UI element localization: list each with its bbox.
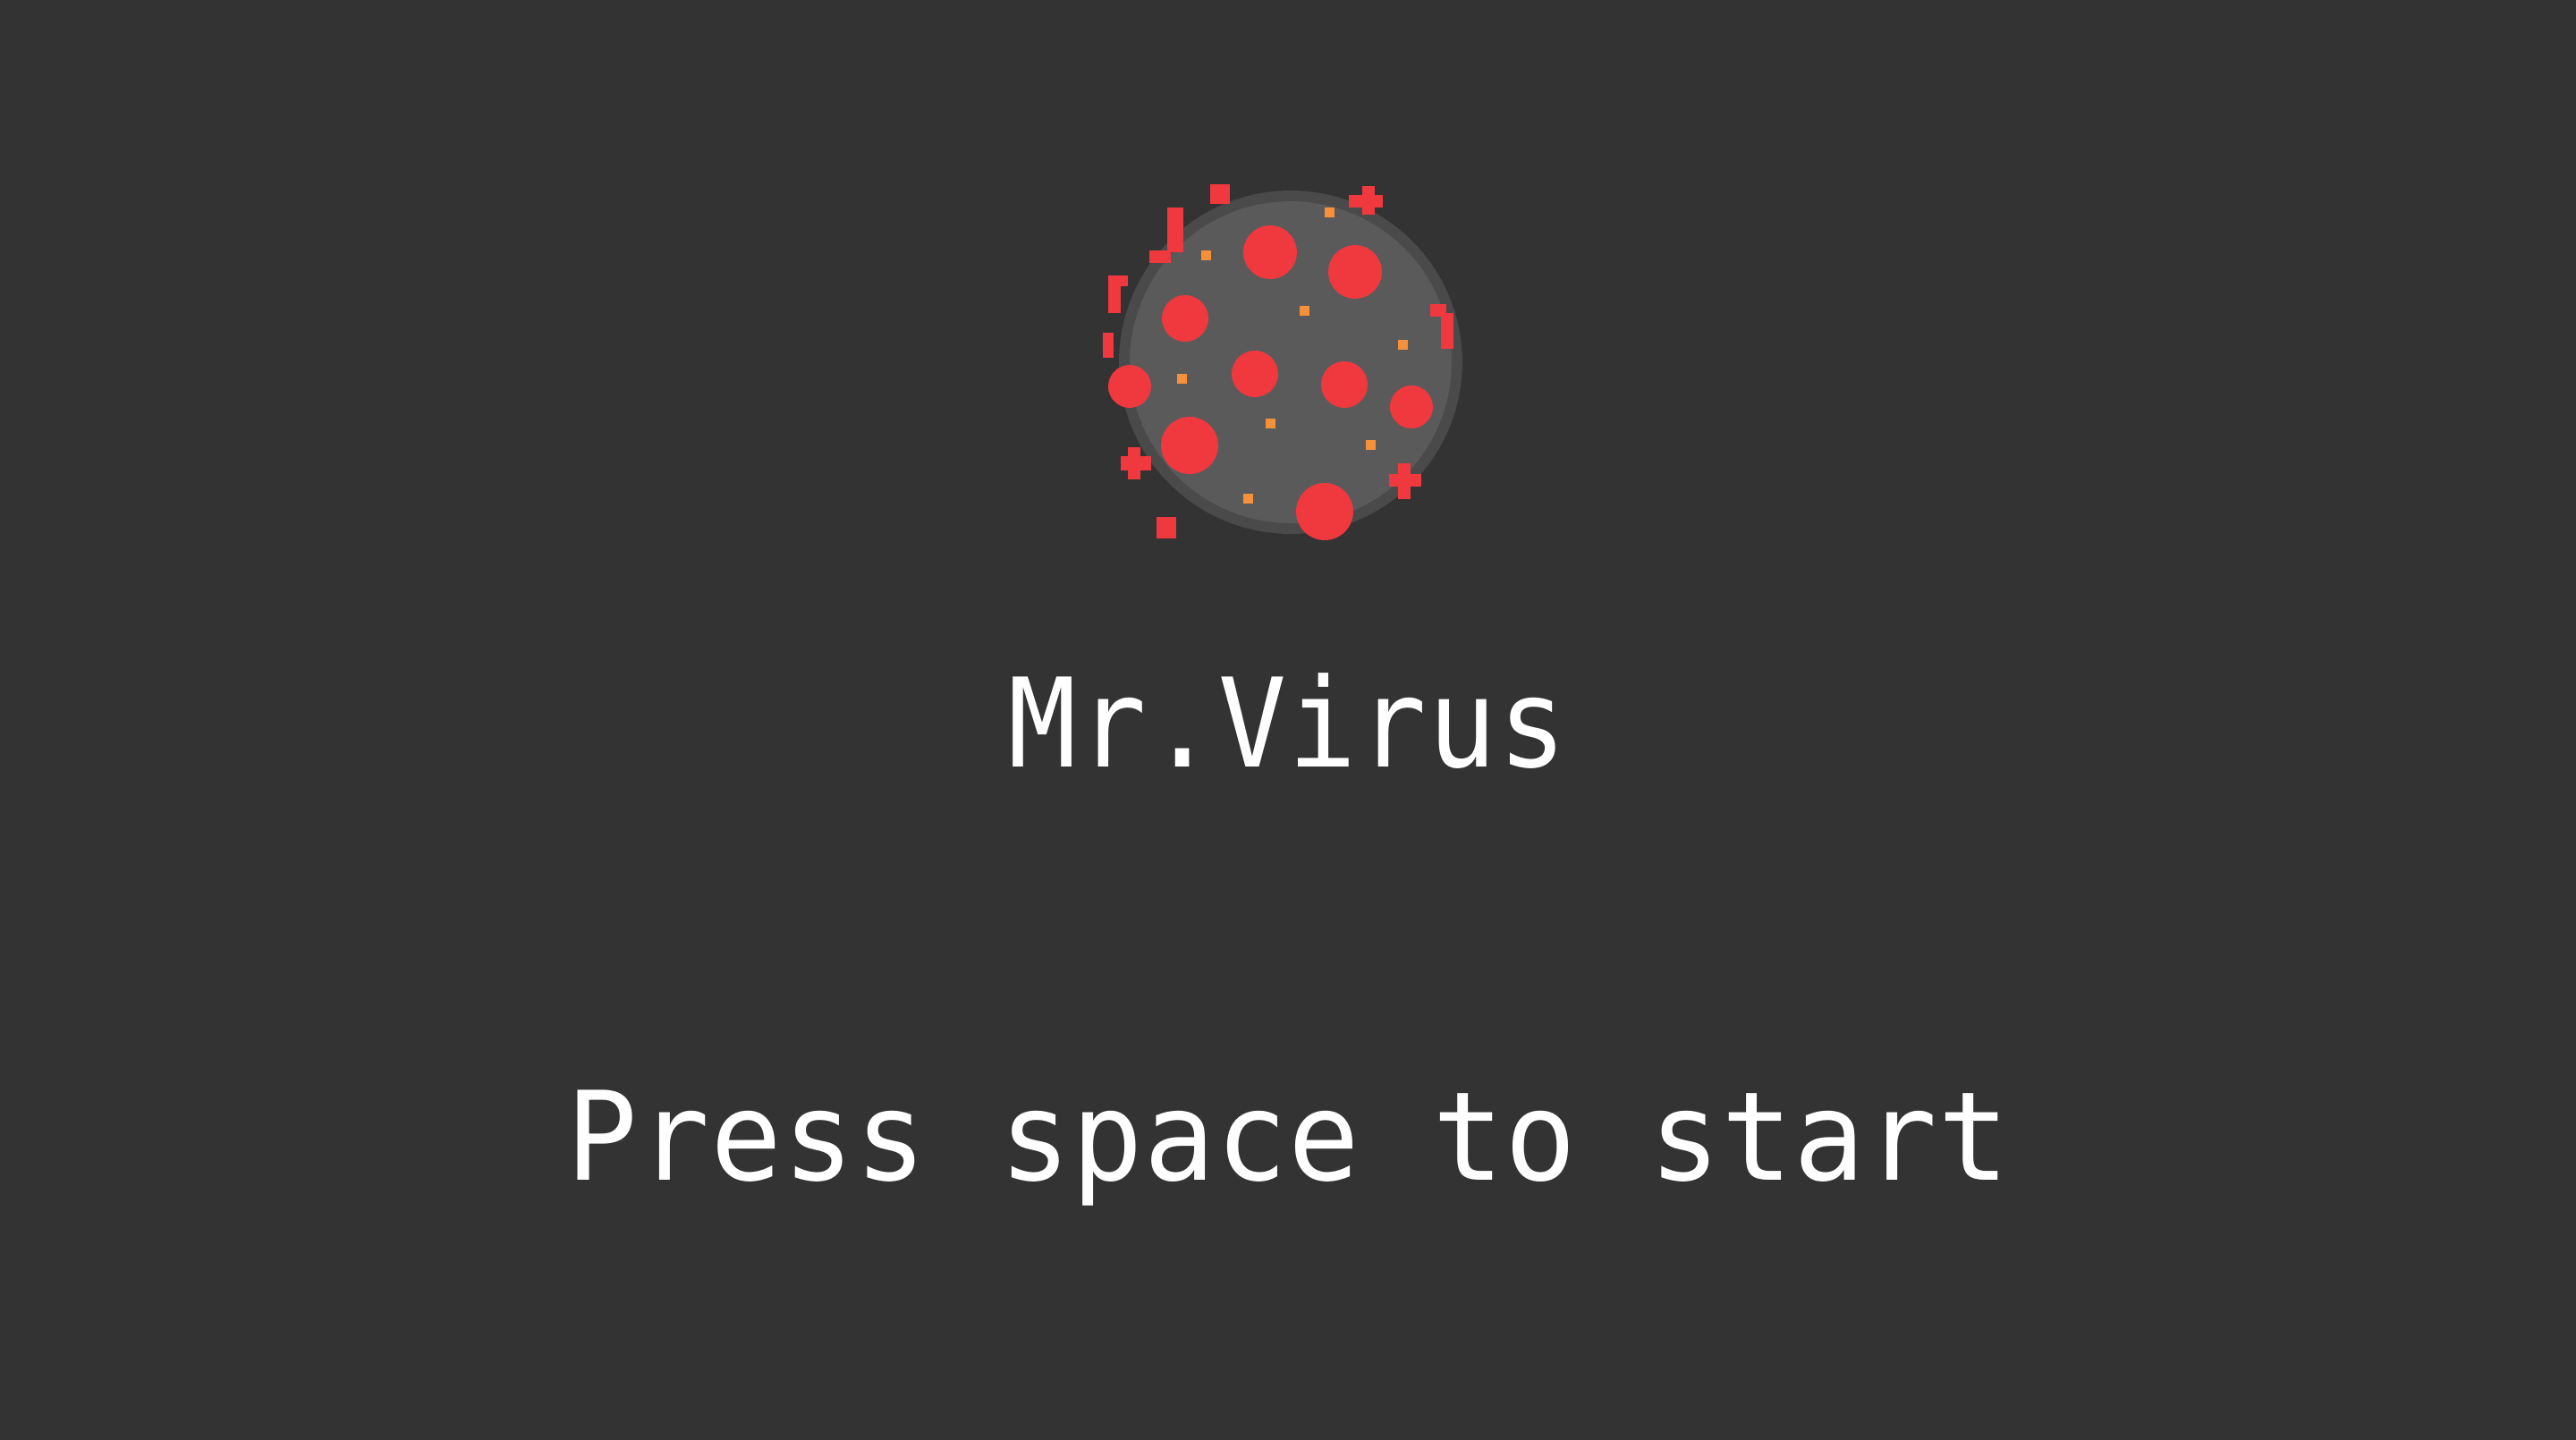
game-title: Mr.Virus xyxy=(1007,652,1569,796)
start-prompt[interactable]: Press space to start xyxy=(52,1066,2525,1209)
title-screen: Mr.Virus Press space to start xyxy=(0,0,2576,1440)
virus-icon xyxy=(1103,184,1462,540)
